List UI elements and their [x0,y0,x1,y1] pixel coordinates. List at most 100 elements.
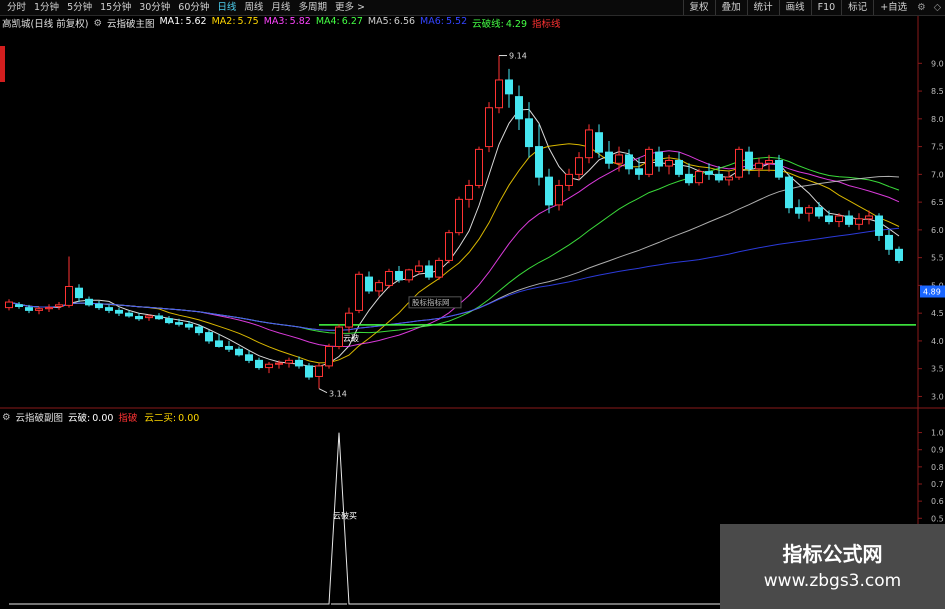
candle-body [625,154,633,170]
brand-watermark: 指标公式网 www.zbgs3.com [720,524,945,609]
candle-body [465,184,473,200]
candle-body [355,273,363,311]
candle-body [315,365,323,377]
y-tick-label: 6.0 [931,226,944,235]
sub-y-tick-label: 0.5 [931,514,944,523]
candle-body [95,303,103,309]
y-tick-label: 7.0 [931,170,944,179]
candle-body [75,287,83,299]
candle-body [765,159,773,164]
candle-body [505,79,513,95]
candle-body [585,129,593,159]
candle-body [235,348,243,356]
candle-body [755,162,763,170]
candle-body [805,207,813,214]
candle-body [445,232,453,261]
low-pointer [318,388,328,394]
candle-body [275,362,283,365]
candle-body [865,215,873,220]
candle-body [85,298,93,306]
sub-y-tick-label: 0.7 [931,480,944,489]
candle-body [295,359,303,367]
brand-url: www.zbgs3.com [763,570,902,591]
candle-body [265,363,273,369]
candle-body [485,107,493,148]
candle-body [685,173,693,184]
candle-body [825,215,833,223]
candle-body [745,151,753,170]
candle-body [875,215,883,236]
brand-name: 指标公式网 [782,541,883,566]
candle-body [545,176,553,206]
y-tick-label: 4.0 [931,337,944,346]
watermark-text: 股标指标网 [412,297,450,307]
ma-line [8,227,900,331]
y-tick-label: 4.5 [931,309,944,318]
y-tick-label: 3.0 [931,392,944,401]
candle-body [425,265,433,278]
candle-body [895,248,903,261]
y-tick-label: 5.5 [931,254,944,263]
candle-body [145,315,153,319]
candle-body [475,148,483,186]
y-tick-label: 8.5 [931,87,944,96]
y-tick-label: 3.5 [931,365,944,374]
candle-body [115,309,123,314]
candle-body [245,354,253,361]
chart-canvas[interactable]: 9.08.58.07.57.06.56.05.55.04.54.03.53.09… [0,0,945,609]
candle-body [575,157,583,175]
candle-body [885,234,893,250]
candle-body [215,340,223,347]
candle-body [155,315,163,320]
candle-body [595,132,603,153]
candle-body [815,207,823,217]
candle-body [395,271,403,281]
candle-body [695,171,703,184]
candle-body [455,198,463,234]
ma-line [8,108,900,368]
y-tick-label: 8.0 [931,115,944,124]
sub-y-tick-label: 0.8 [931,463,944,472]
candle-body [105,307,113,311]
candle-body [715,173,723,181]
candle-body [45,307,53,310]
candle-body [665,159,673,167]
candle-body [5,301,13,309]
candle-body [365,276,373,292]
high-label: 9.14 [509,52,527,61]
candle-body [775,159,783,178]
candle-body [525,118,533,148]
y-tick-label: 6.5 [931,198,944,207]
candle-body [345,312,353,328]
y-tick-label: 7.5 [931,143,944,152]
sub-y-tick-label: 0.9 [931,446,944,455]
candle-body [645,148,653,175]
signal-annotation: 云破买 [333,510,357,520]
candle-body [375,282,383,292]
candle-body [565,173,573,186]
candle-body [255,359,263,369]
low-label: 3.14 [329,390,347,399]
candle-body [795,207,803,214]
candle-body [415,265,423,273]
candle-body [225,345,233,350]
candle-body [835,215,843,223]
candle-body [785,176,793,209]
candle-body [725,176,733,181]
candle-body [845,215,853,225]
candle-body [35,308,43,311]
candle-body [65,286,73,306]
candle-body [325,345,333,367]
candle-body [405,269,413,281]
candle-body [605,151,613,164]
candle-body [55,304,63,308]
candle-body [535,146,543,178]
candle-body [555,184,563,206]
candle-body [135,315,143,320]
candle-body [125,312,133,317]
candle-body [305,365,313,378]
candle-body [615,154,623,164]
candle-body [515,96,523,120]
candle-body [205,332,213,342]
candle-body [735,148,743,178]
